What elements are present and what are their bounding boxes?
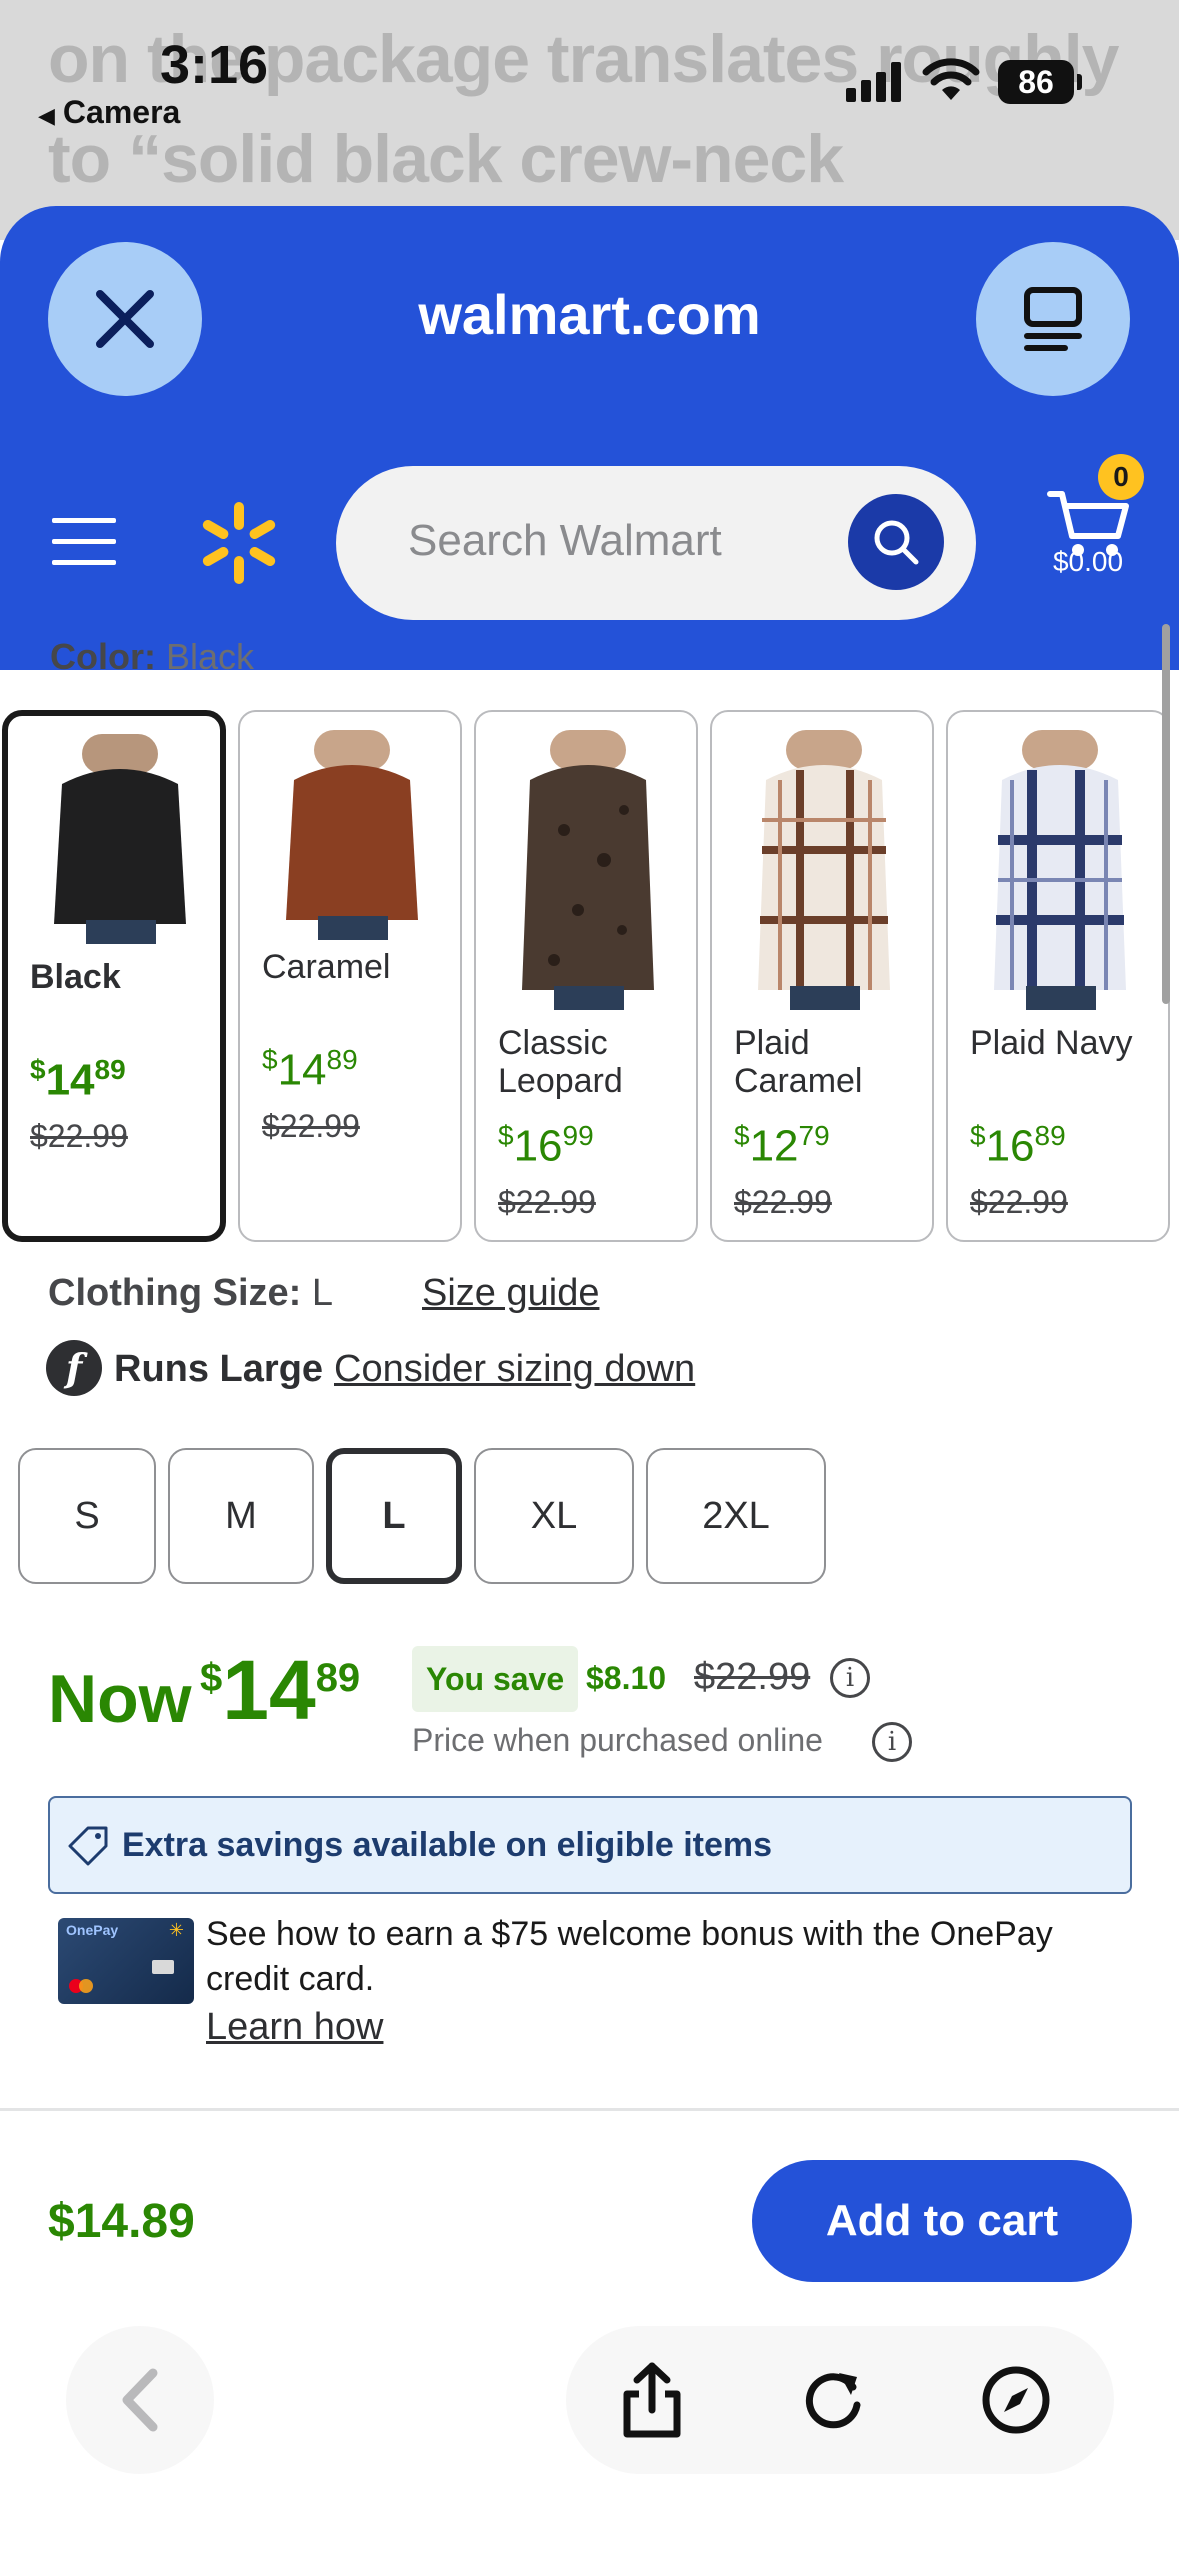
size-selected-value: L bbox=[311, 1272, 334, 1314]
swatch-price: $1489 bbox=[30, 1054, 126, 1105]
you-save-badge: You save bbox=[412, 1646, 579, 1712]
product-image-black bbox=[54, 734, 186, 944]
search-placeholder: Search Walmart bbox=[408, 516, 722, 565]
card-spark-icon: ✳ bbox=[168, 1920, 184, 1940]
compass-button[interactable] bbox=[970, 2354, 1062, 2446]
divider bbox=[0, 2108, 1179, 2111]
color-swatch-plaid-navy[interactable]: Plaid Navy $1689 $22.99 bbox=[946, 710, 1170, 1242]
card-chip bbox=[152, 1960, 174, 1974]
back-to-app[interactable]: ◀ Camera bbox=[38, 94, 180, 131]
color-swatch-classic-leopard[interactable]: Classic Leopard $1699 $22.99 bbox=[474, 710, 698, 1242]
signal-icon bbox=[846, 62, 902, 102]
info-icon[interactable]: i bbox=[872, 1722, 912, 1762]
product-image-caramel bbox=[286, 730, 418, 940]
fit-icon: f bbox=[46, 1340, 102, 1396]
swatch-was-price: $22.99 bbox=[970, 1184, 1068, 1220]
swatch-name: Plaid Caramel bbox=[734, 1024, 863, 1100]
back-chevron-icon bbox=[122, 2368, 158, 2432]
current-price: $1489 bbox=[200, 1643, 361, 1737]
cart-count-badge: 0 bbox=[1098, 454, 1144, 500]
color-swatch-black[interactable]: Black $1489 $22.99 bbox=[2, 710, 226, 1242]
swatch-was-price: $22.99 bbox=[30, 1118, 128, 1154]
walmart-header: walmart.com Search Walmart 0 $0.00 bbox=[0, 206, 1179, 670]
sticky-price: $14.89 bbox=[48, 2195, 195, 2248]
browser-actions bbox=[566, 2326, 1114, 2474]
tag-icon bbox=[68, 1826, 108, 1866]
scrollbar[interactable] bbox=[1162, 624, 1170, 1004]
share-icon bbox=[623, 2362, 681, 2438]
swatch-name: Caramel bbox=[262, 948, 391, 986]
cart-total: $0.00 bbox=[1052, 546, 1124, 577]
extra-savings-banner[interactable]: Extra savings available on eligible item… bbox=[48, 1796, 1132, 1894]
swatch-name: Classic Leopard bbox=[498, 1024, 623, 1100]
size-option-l[interactable]: L bbox=[326, 1448, 462, 1584]
reload-button[interactable] bbox=[788, 2354, 880, 2446]
size-guide-link[interactable]: Size guide bbox=[422, 1272, 599, 1315]
fit-label: Runs Large bbox=[114, 1348, 324, 1390]
menu-icon[interactable] bbox=[52, 518, 116, 566]
swatch-was-price: $22.99 bbox=[734, 1184, 832, 1220]
save-amount: $8.10 bbox=[586, 1660, 667, 1696]
product-image-classic-leopard bbox=[522, 730, 654, 1010]
reader-mode-button[interactable] bbox=[976, 242, 1130, 396]
onepay-card-brand: OnePay bbox=[66, 1922, 119, 1938]
swatch-price: $1699 bbox=[498, 1120, 594, 1171]
color-label: Color: Black bbox=[50, 636, 254, 678]
search-input[interactable]: Search Walmart bbox=[336, 466, 976, 620]
size-label: Clothing Size: L bbox=[48, 1272, 333, 1315]
swatch-price: $1279 bbox=[734, 1120, 830, 1171]
swatch-price: $1689 bbox=[970, 1120, 1066, 1171]
swatch-name: Black bbox=[30, 958, 121, 996]
extra-savings-text: Extra savings available on eligible item… bbox=[122, 1826, 773, 1864]
swatch-was-price: $22.99 bbox=[262, 1108, 360, 1144]
info-icon[interactable]: i bbox=[830, 1658, 870, 1698]
mastercard-icon bbox=[69, 1979, 93, 1993]
onepay-promo-text: See how to earn a $75 welcome bonus with… bbox=[206, 1915, 1053, 1998]
swatch-price: $1489 bbox=[262, 1044, 358, 1095]
size-option-s[interactable]: S bbox=[18, 1448, 156, 1584]
size-option-m[interactable]: M bbox=[168, 1448, 314, 1584]
back-triangle-icon: ◀ bbox=[38, 103, 55, 128]
size-option-xl[interactable]: XL bbox=[474, 1448, 634, 1584]
compass-icon bbox=[982, 2366, 1050, 2434]
status-time: 3:16 bbox=[160, 35, 269, 95]
color-swatch-caramel[interactable]: Caramel $1489 $22.99 bbox=[238, 710, 462, 1242]
consider-sizing-down-link[interactable]: Consider sizing down bbox=[334, 1348, 695, 1391]
back-app-label: Camera bbox=[62, 94, 181, 130]
product-image-plaid-navy bbox=[994, 730, 1126, 1010]
size-option-2xl[interactable]: 2XL bbox=[646, 1448, 826, 1584]
online-price-note: Price when purchased online bbox=[412, 1722, 823, 1758]
now-label: Now bbox=[48, 1661, 192, 1737]
color-swatch-list: Black $1489 $22.99 Caramel $1489 $22.99 … bbox=[0, 710, 1179, 1246]
battery-indicator: 86 bbox=[998, 60, 1082, 104]
reader-mode-icon bbox=[1024, 287, 1082, 351]
color-label-text: Color: bbox=[50, 636, 156, 677]
swatch-was-price: $22.99 bbox=[498, 1184, 596, 1220]
share-button[interactable] bbox=[606, 2354, 698, 2446]
browser-back-button[interactable] bbox=[66, 2326, 214, 2474]
status-bar: 3:16 ◀ Camera 86 bbox=[0, 0, 1179, 130]
walmart-spark-icon[interactable] bbox=[196, 500, 282, 586]
was-price: $22.99 bbox=[694, 1656, 811, 1698]
background-text-line-2: to “solid black crew-neck bbox=[48, 121, 844, 197]
learn-how-link[interactable]: Learn how bbox=[206, 2006, 383, 2049]
product-image-plaid-caramel bbox=[758, 730, 890, 1010]
search-icon bbox=[874, 520, 919, 565]
color-selected-value: Black bbox=[166, 636, 255, 677]
color-swatch-plaid-caramel[interactable]: Plaid Caramel $1279 $22.99 bbox=[710, 710, 934, 1242]
reload-icon bbox=[805, 2373, 861, 2429]
swatch-name: Plaid Navy bbox=[970, 1024, 1133, 1062]
size-label-text: Clothing Size: bbox=[48, 1272, 302, 1314]
search-button[interactable] bbox=[848, 494, 944, 590]
wifi-icon bbox=[922, 58, 980, 100]
add-to-cart-button[interactable]: Add to cart bbox=[752, 2160, 1132, 2282]
onepay-card-image: OnePay ✳ bbox=[58, 1918, 194, 2004]
